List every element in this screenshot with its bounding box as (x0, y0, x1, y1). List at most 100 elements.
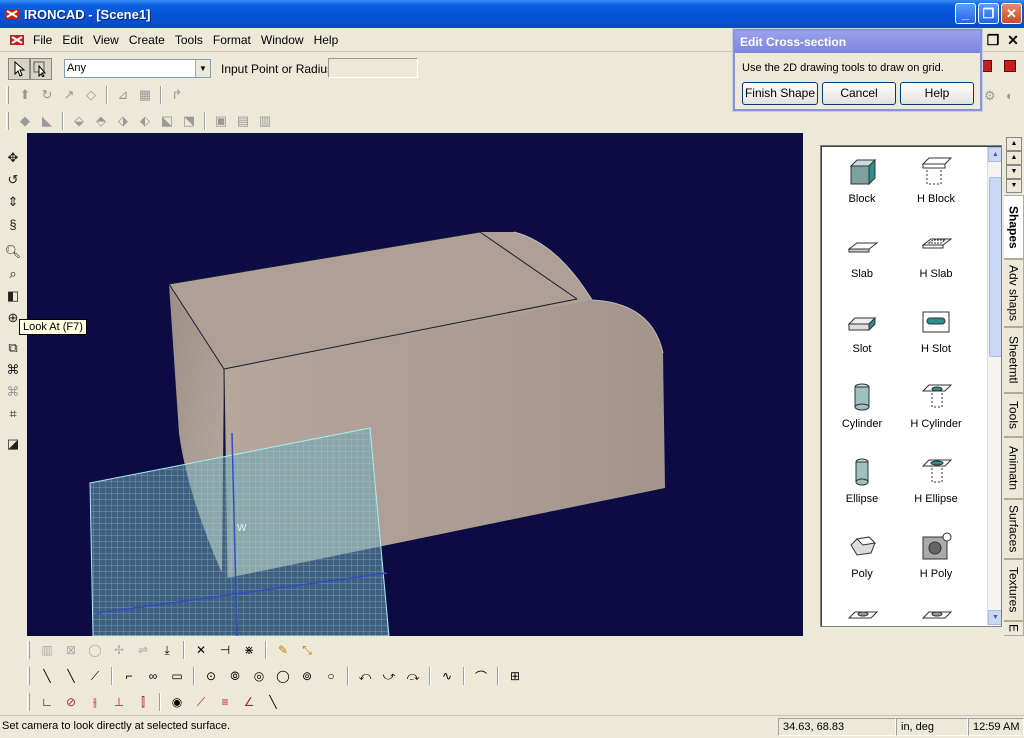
sketch-import-icon[interactable]: ⤓ (156, 639, 178, 661)
finish-shape-button[interactable]: Finish Shape (742, 82, 818, 105)
catalog-item-ellipse[interactable]: Ellipse (822, 448, 902, 508)
dialog-title[interactable]: Edit Cross-section (735, 31, 980, 53)
camera-view-icon[interactable]: ⌗ (3, 404, 23, 424)
view-icon[interactable]: ◐ (1006, 88, 1014, 103)
catalog-item-block[interactable]: Block (822, 148, 902, 208)
chain-icon[interactable]: ∞ (142, 665, 164, 687)
spin-icon[interactable]: ↻ (37, 85, 57, 105)
offset-icon[interactable]: ⊞ (504, 665, 526, 687)
fillet-icon[interactable]: ⌒ (470, 665, 492, 687)
menu-format[interactable]: Format (208, 33, 256, 47)
dimension-icon[interactable]: ⤡ (296, 639, 318, 661)
close-button[interactable]: ✕ (1001, 3, 1022, 24)
equal-constraint-icon[interactable]: ≡ (214, 691, 236, 713)
trim-icon[interactable]: ✕ (190, 639, 212, 661)
look-at-icon[interactable]: ◧ (3, 286, 23, 306)
shell-icon[interactable]: ⬗ (113, 111, 133, 131)
scroll-up-icon[interactable]: ▲ (988, 147, 1001, 162)
coincident-constraint-icon[interactable]: ⟋ (190, 691, 212, 713)
catalog-item-slot[interactable]: Slot (822, 298, 902, 358)
boolean-add-icon[interactable]: ▣ (211, 111, 231, 131)
break-icon[interactable]: ⋇ (238, 639, 260, 661)
tab-tools[interactable]: Tools (1004, 393, 1024, 437)
catalog-item-partial[interactable] (896, 598, 976, 626)
parallel-constraint-icon[interactable]: ⫲ (84, 691, 106, 713)
sketch-select-icon[interactable]: ▥ (36, 639, 58, 661)
tab-textures[interactable]: Textures (1004, 559, 1024, 621)
catalog-item-poly[interactable]: Poly (822, 523, 902, 583)
mdi-restore-button[interactable]: ❐ (984, 31, 1002, 49)
scroll-thumb[interactable] (989, 177, 1001, 357)
catalog-item-h-poly[interactable]: H Poly (896, 523, 976, 583)
boolean-sub-icon[interactable]: ▤ (233, 111, 253, 131)
chevron-down-icon[interactable]: ▼ (195, 60, 210, 77)
select-arrow-button[interactable] (8, 58, 30, 80)
blend-icon[interactable]: ⬙ (69, 111, 89, 131)
push-icon[interactable]: ◆ (15, 111, 35, 131)
menu-window[interactable]: Window (256, 33, 309, 47)
arc-3pt-icon[interactable]: ⤻ (378, 665, 400, 687)
bspline-icon[interactable]: ∿ (436, 665, 458, 687)
render-icon[interactable]: ◪ (3, 434, 23, 454)
sketch-box-icon[interactable]: ⊠ (60, 639, 82, 661)
tab-scroll-up2-icon[interactable]: ▲ (1006, 151, 1022, 165)
sketch-circle-icon[interactable]: ◯ (84, 639, 106, 661)
document-icon[interactable] (8, 31, 28, 49)
tab-scroll-down2-icon[interactable]: ▼ (1006, 179, 1022, 193)
walk-icon[interactable]: ⇕ (3, 192, 23, 212)
polyline-icon[interactable]: ⌐ (118, 665, 140, 687)
sketch-mirror-icon[interactable]: ⇌ (132, 639, 154, 661)
zoom-icon[interactable]: 🔍︎ (3, 242, 23, 262)
catalog-item-h-slot[interactable]: H Slot (896, 298, 976, 358)
camera-target-icon[interactable]: ⧉ (3, 338, 23, 358)
arc-tangent-icon[interactable]: ⤼ (402, 665, 424, 687)
3d-viewport[interactable]: W (27, 133, 803, 636)
zoom-window-icon[interactable]: ⌕ (3, 264, 23, 284)
sketch-move-icon[interactable]: ✢ (108, 639, 130, 661)
red-cube-icon[interactable] (1004, 60, 1016, 72)
split-icon[interactable]: ⬕ (157, 111, 177, 131)
vertical-constraint-icon[interactable]: ⫿ (132, 691, 154, 713)
boolean-int-icon[interactable]: ▥ (255, 111, 275, 131)
catalog-item-cylinder[interactable]: Cylinder (822, 373, 902, 433)
minimize-button[interactable]: _ (955, 3, 976, 24)
extrude-icon[interactable]: ⬆ (15, 85, 35, 105)
tangent-line-icon[interactable]: ╲ (60, 665, 82, 687)
menu-edit[interactable]: Edit (57, 33, 88, 47)
arrow-up-right-icon[interactable]: ↱ (167, 85, 187, 105)
line-icon[interactable]: ╲ (36, 665, 58, 687)
angle-constraint-icon[interactable]: ∠ (238, 691, 260, 713)
menu-create[interactable]: Create (124, 33, 170, 47)
cancel-button[interactable]: Cancel (822, 82, 896, 105)
mdi-close-button[interactable]: ✕ (1004, 31, 1022, 49)
tab-animation[interactable]: Animatn (1004, 437, 1024, 499)
circle-tangent2-icon[interactable]: ⊚ (296, 665, 318, 687)
settings-icon[interactable]: ⚙ (984, 88, 996, 104)
camera-disabled-icon[interactable]: ⌘ (3, 382, 23, 402)
catalog-scrollbar[interactable]: ▲ ▼ (987, 147, 1001, 625)
circle-2pt-icon[interactable]: ⦾ (224, 665, 246, 687)
help-button[interactable]: Help (900, 82, 974, 105)
menu-file[interactable]: File (28, 33, 57, 47)
arc-icon[interactable]: ⤺ (354, 665, 376, 687)
collinear-constraint-icon[interactable]: ╲ (262, 691, 284, 713)
tab-scroll-down-icon[interactable]: ▼ (1006, 165, 1022, 179)
fill-icon[interactable]: ⬔ (179, 111, 199, 131)
catalog-item-h-ellipse[interactable]: H Ellipse (896, 448, 976, 508)
horizontal-constraint-icon[interactable]: ∟ (36, 691, 58, 713)
menu-view[interactable]: View (88, 33, 124, 47)
loft-icon[interactable]: ◇ (81, 85, 101, 105)
restore-button[interactable]: ❐ (978, 3, 999, 24)
tab-sheetmetal[interactable]: Sheetmtl (1004, 327, 1024, 393)
concentric-constraint-icon[interactable]: ◉ (166, 691, 188, 713)
move-icon[interactable]: ✥ (3, 148, 23, 168)
orbit-icon[interactable]: ↺ (3, 170, 23, 190)
camera-icon[interactable]: ⌘ (3, 360, 23, 380)
selection-filter-select[interactable]: Any ▼ (64, 59, 211, 78)
tab-surfaces[interactable]: Surfaces (1004, 499, 1024, 559)
tab-scroll-up-icon[interactable]: ▲ (1006, 137, 1022, 151)
perp-constraint-icon[interactable]: ⊥ (108, 691, 130, 713)
scene-canvas[interactable]: W (27, 133, 803, 636)
catalog-item-h-cylinder[interactable]: H Cylinder (896, 373, 976, 433)
catalog-item-slab[interactable]: Slab (822, 223, 902, 283)
